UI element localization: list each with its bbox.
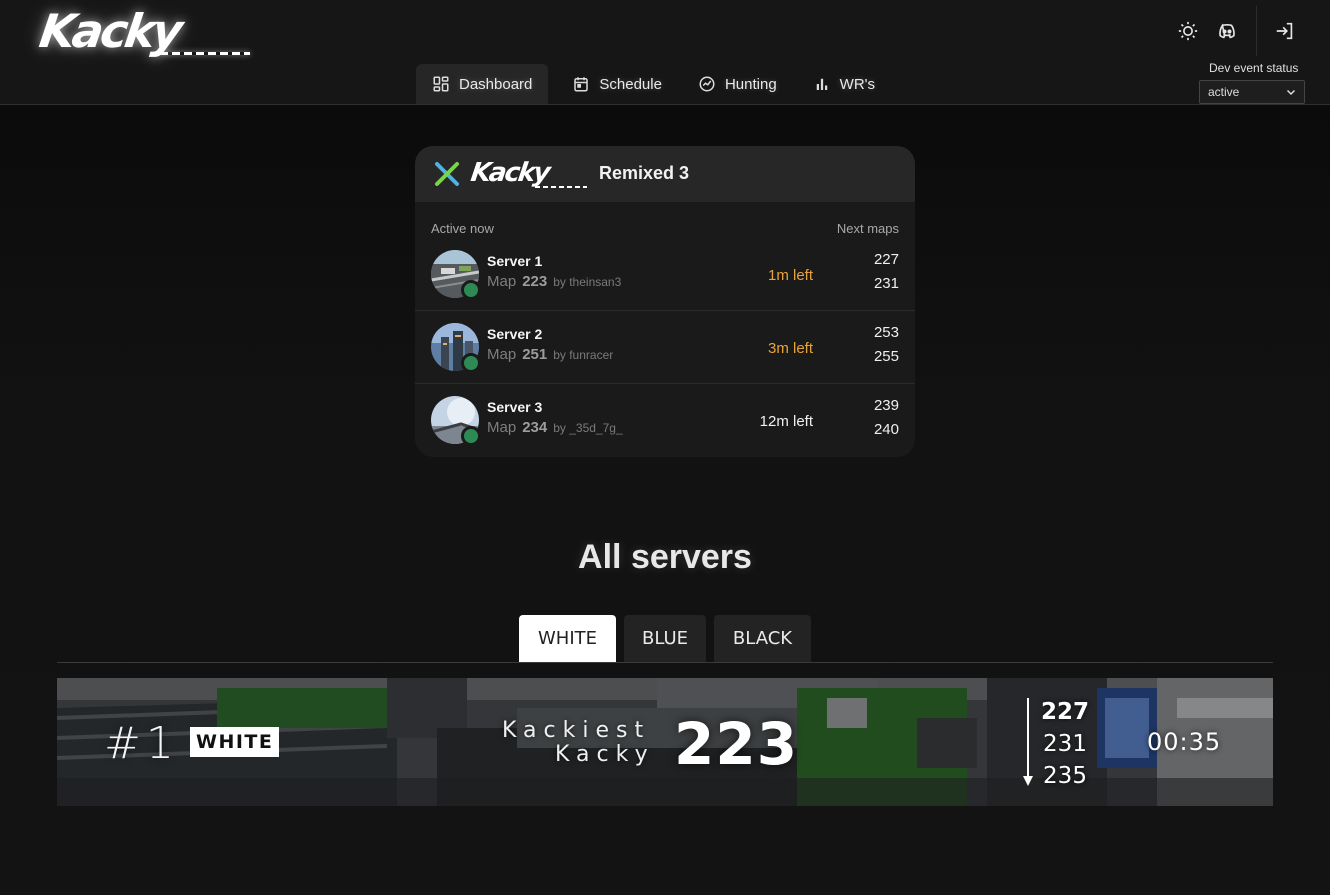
theme-toggle-button[interactable]	[1174, 17, 1202, 45]
current-map-number: 223	[674, 710, 799, 778]
sun-icon	[1178, 21, 1198, 41]
header-divider	[1256, 6, 1257, 56]
server-3-next-map: 240	[873, 421, 899, 438]
server-2-next-map: 253	[873, 324, 899, 341]
server-3-next-maps: 239 240	[874, 394, 899, 442]
server-2-online-indicator	[461, 353, 481, 373]
server-3-map-label: Map	[487, 419, 517, 436]
server-1-map-label: Map	[487, 273, 517, 290]
event-logo-underline	[535, 186, 587, 188]
server-1-name: Server 1	[487, 253, 543, 269]
server-2-time-left: 3m left	[767, 340, 813, 357]
chevron-down-icon	[1286, 89, 1296, 96]
dev-status-label: Dev event status	[1209, 61, 1299, 75]
top-header: Kacky Dashboard Schedule Hunting WR's De…	[0, 0, 1330, 105]
server-2-map: Map 251 by funracer	[487, 346, 613, 363]
nav-dashboard-label: Dashboard	[459, 75, 533, 93]
main-nav: Dashboard Schedule Hunting WR's	[416, 64, 891, 104]
trend-icon	[699, 76, 715, 92]
server-banner[interactable]: #1 WHITE Kackiest Kacky 223 227 231 235 …	[57, 678, 1273, 806]
logo-underline	[160, 52, 250, 55]
difficulty-tabs: WHITE BLUE BLACK	[519, 615, 811, 662]
server-2-name: Server 2	[487, 326, 543, 342]
discord-button[interactable]	[1213, 17, 1241, 45]
tab-white[interactable]: WHITE	[519, 615, 616, 662]
tabs-divider	[57, 662, 1273, 663]
nav-schedule-label: Schedule	[599, 75, 662, 93]
server-3-name: Server 3	[487, 399, 543, 415]
all-servers-title: All servers	[578, 538, 752, 576]
event-card-header: Kacky Remixed 3	[415, 146, 915, 202]
next-maps-header: Next maps	[836, 221, 899, 236]
login-icon	[1276, 22, 1293, 40]
map-timer: 00:35	[1147, 728, 1222, 756]
dev-status-value: active	[1208, 85, 1240, 99]
server-3-online-indicator	[461, 426, 481, 446]
event-logo: Kacky	[468, 158, 551, 188]
discord-icon	[1219, 23, 1235, 39]
dev-status-select[interactable]: active	[1199, 80, 1305, 104]
banner-next-maps: 227 231 235	[1041, 696, 1089, 792]
kacky-logo[interactable]: Kacky	[36, 4, 183, 58]
nav-hunting-label: Hunting	[724, 75, 777, 93]
map-title-line-2: Kacky	[555, 742, 655, 767]
calendar-icon	[574, 77, 589, 92]
server-3-author: by _35d_7g_	[553, 421, 623, 435]
server-1-next-map: 231	[873, 275, 899, 292]
server-2-map-number: 251	[522, 346, 548, 363]
difficulty-badge: WHITE	[190, 727, 280, 757]
nav-wrs-label: WR's	[839, 75, 876, 93]
arrow-down-icon	[1023, 698, 1033, 786]
banner-next-map: 231	[1043, 731, 1087, 757]
active-now-header: Active now	[431, 221, 494, 236]
server-rank: #1	[104, 718, 179, 769]
server-row-2[interactable]: Server 2 Map 251 by funracer 3m left 253 2…	[415, 311, 915, 384]
server-1-map-number: 223	[522, 273, 548, 290]
server-row-1[interactable]: Server 1 Map 223 by theinsan3 1m left 227 …	[415, 238, 915, 311]
server-1-online-indicator	[461, 280, 481, 300]
dashboard-icon	[433, 76, 449, 92]
banner-next-map: 235	[1043, 763, 1087, 789]
server-3-next-map: 239	[873, 397, 899, 414]
nav-dashboard[interactable]: Dashboard	[416, 64, 549, 104]
server-1-map: Map 223 by theinsan3	[487, 273, 621, 290]
server-1-time-left: 1m left	[767, 267, 813, 284]
server-2-next-maps: 253 255	[874, 321, 899, 369]
event-card: Kacky Remixed 3 Active now Next maps Ser…	[415, 146, 915, 457]
server-row-3[interactable]: Server 3 Map 234 by _35d_7g_ 12m left 239 …	[415, 384, 915, 457]
server-2-map-label: Map	[487, 346, 517, 363]
server-3-time-left: 12m left	[759, 413, 813, 430]
server-2-author: by funracer	[553, 348, 614, 362]
event-title: Remixed 3	[599, 163, 690, 183]
nav-schedule[interactable]: Schedule	[556, 64, 678, 104]
map-title-line-1: Kackiest	[502, 718, 651, 743]
server-1-next-map: 227	[873, 251, 899, 268]
nav-wrs[interactable]: WR's	[797, 64, 891, 104]
login-button[interactable]	[1271, 17, 1299, 45]
server-1-author: by theinsan3	[553, 275, 622, 289]
tab-black[interactable]: BLACK	[714, 615, 811, 662]
bar-chart-icon	[816, 78, 827, 90]
banner-next-map: 227	[1041, 699, 1090, 725]
server-3-map: Map 234 by _35d_7g_	[487, 419, 623, 436]
server-2-next-map: 255	[873, 348, 899, 365]
server-1-next-maps: 227 231	[874, 248, 899, 296]
tab-blue[interactable]: BLUE	[624, 615, 706, 662]
server-3-map-number: 234	[522, 419, 548, 436]
event-x-icon	[435, 162, 459, 186]
nav-hunting[interactable]: Hunting	[682, 64, 793, 104]
